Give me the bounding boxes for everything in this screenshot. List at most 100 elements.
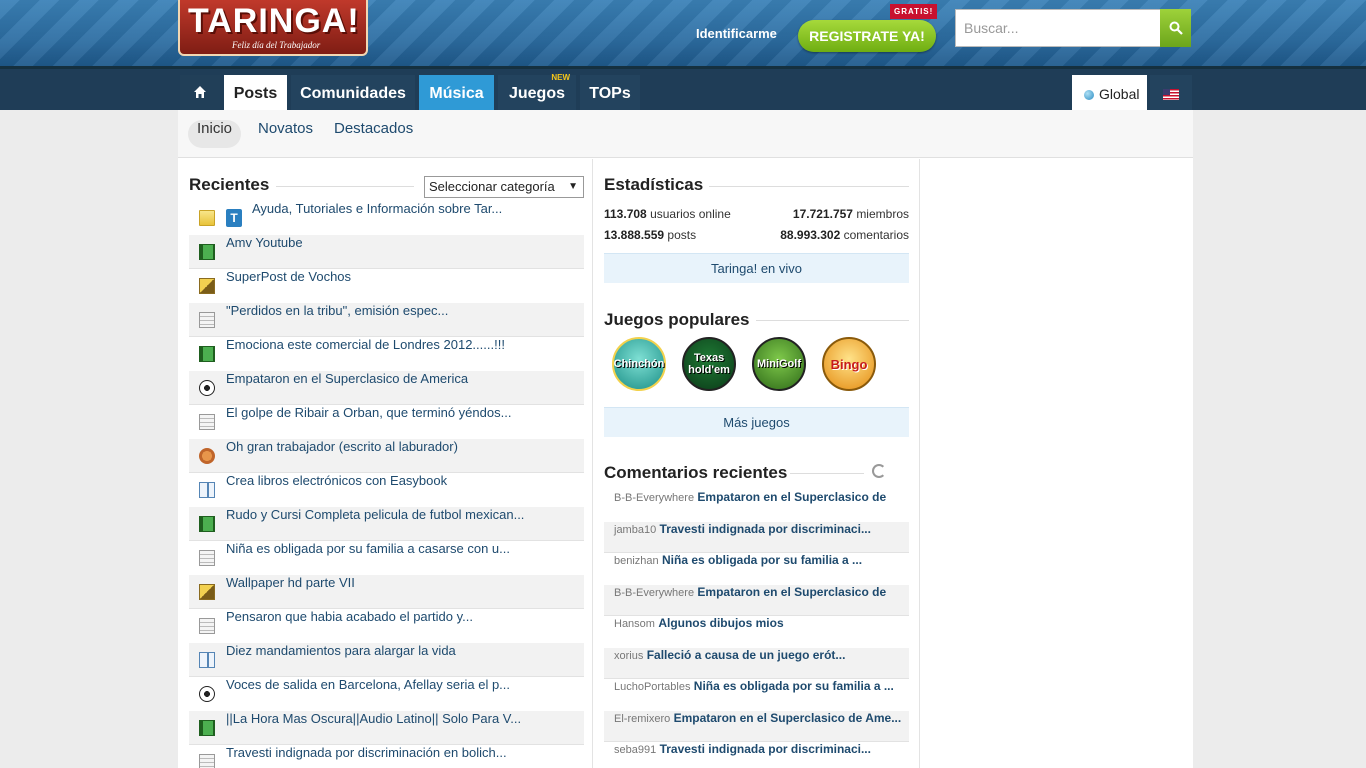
- post-title[interactable]: SuperPost de Vochos: [226, 269, 351, 284]
- globe-icon: [1084, 90, 1094, 100]
- film-icon: [199, 516, 215, 532]
- post-row[interactable]: Niña es obligada por su familia a casars…: [189, 541, 584, 575]
- nav-tab-tops[interactable]: TOPs: [580, 75, 640, 113]
- comment-user[interactable]: benizhan: [614, 555, 659, 567]
- document-icon: [199, 414, 215, 430]
- site-header: TARINGA! Feliz día del Trabajador Identi…: [0, 0, 1366, 66]
- comment-post-title[interactable]: Empataron en el Superclasico de: [697, 490, 886, 504]
- post-row[interactable]: Rudo y Cursi Completa pelicula de futbol…: [189, 507, 584, 541]
- more-games-link[interactable]: Más juegos: [604, 407, 909, 437]
- comment-post-title[interactable]: Niña es obligada por su familia a ...: [694, 679, 894, 693]
- comment-user[interactable]: LuchoPortables: [614, 681, 690, 693]
- subnav-destacados[interactable]: Destacados: [325, 120, 422, 148]
- post-row[interactable]: Crea libros electrónicos con Easybook: [189, 473, 584, 507]
- post-row[interactable]: Empataron en el Superclasico de America: [189, 371, 584, 405]
- post-row[interactable]: Wallpaper hd parte VII: [189, 575, 584, 609]
- post-row[interactable]: "Perdidos en la tribu", emisión espec...: [189, 303, 584, 337]
- category-select[interactable]: Seleccionar categoría ▼: [424, 176, 584, 198]
- comment-row[interactable]: El-remixero Empataron en el Superclasico…: [604, 710, 909, 742]
- t-category-icon: T: [226, 209, 242, 227]
- comment-row[interactable]: jamba10 Travesti indignada por discrimin…: [604, 521, 909, 553]
- game-minigolf[interactable]: MiniGolf: [752, 337, 806, 391]
- comment-user[interactable]: B-B-Everywhere: [614, 587, 694, 599]
- divider: [756, 320, 909, 321]
- post-row[interactable]: SuperPost de Vochos: [189, 269, 584, 303]
- nav-tab-juegos[interactable]: Juegos NEW: [498, 73, 576, 113]
- post-title[interactable]: Diez mandamientos para alargar la vida: [226, 643, 456, 658]
- nav-home[interactable]: [180, 75, 220, 113]
- game-texas-holdem[interactable]: Texas hold'em: [682, 337, 736, 391]
- post-title[interactable]: Oh gran trabajador (escrito al laburador…: [226, 439, 458, 454]
- comment-post-title[interactable]: Travesti indignada por discriminaci...: [660, 742, 871, 756]
- subnav-inicio[interactable]: Inicio: [188, 120, 242, 148]
- refresh-icon[interactable]: [872, 464, 886, 478]
- post-row[interactable]: El golpe de Ribair a Orban, que terminó …: [189, 405, 584, 439]
- taringa-live-link[interactable]: Taringa! en vivo: [604, 253, 909, 283]
- book-icon: [199, 482, 215, 498]
- nav-tab-posts[interactable]: Posts: [224, 75, 287, 113]
- global-selector[interactable]: Global: [1072, 75, 1147, 113]
- post-title[interactable]: Pensaron que habia acabado el partido y.…: [226, 609, 473, 624]
- game-chinchon[interactable]: Chinchón: [612, 337, 666, 391]
- nav-tab-comunidades[interactable]: Comunidades: [291, 75, 415, 113]
- language-flag-button[interactable]: [1150, 75, 1192, 113]
- post-row[interactable]: Amv Youtube: [189, 235, 584, 269]
- comment-row[interactable]: B-B-Everywhere Empataron en el Superclas…: [604, 490, 909, 522]
- book-icon: [199, 652, 215, 668]
- post-row[interactable]: T Ayuda, Tutoriales e Información sobre …: [189, 201, 584, 235]
- comment-row[interactable]: benizhan Niña es obligada por su familia…: [604, 553, 909, 585]
- post-title[interactable]: Amv Youtube: [226, 235, 303, 250]
- comment-user[interactable]: El-remixero: [614, 713, 670, 725]
- comment-post-title[interactable]: Algunos dibujos mios: [658, 616, 783, 630]
- subnav-novatos[interactable]: Novatos: [249, 120, 322, 148]
- comment-user[interactable]: seba991: [614, 744, 656, 756]
- post-row[interactable]: ||La Hora Mas Oscura||Audio Latino|| Sol…: [189, 711, 584, 745]
- comment-post-title[interactable]: Falleció a causa de un juego erót...: [647, 648, 846, 662]
- stat-members-value: 17.721.757: [792, 207, 853, 221]
- section-title-estadisticas: Estadísticas: [604, 175, 704, 194]
- search-button[interactable]: [1160, 9, 1191, 47]
- post-title[interactable]: ||La Hora Mas Oscura||Audio Latino|| Sol…: [226, 711, 521, 726]
- post-row[interactable]: Pensaron que habia acabado el partido y.…: [189, 609, 584, 643]
- post-title[interactable]: Wallpaper hd parte VII: [226, 575, 355, 590]
- post-title[interactable]: Emociona este comercial de Londres 2012.…: [226, 337, 505, 352]
- post-title[interactable]: Rudo y Cursi Completa pelicula de futbol…: [226, 507, 524, 522]
- post-row[interactable]: Travesti indignada por discriminación en…: [189, 745, 584, 768]
- game-bingo[interactable]: Bingo: [822, 337, 876, 391]
- comment-post-title[interactable]: Niña es obligada por su familia a ...: [662, 553, 862, 567]
- comment-row[interactable]: Hansom Algunos dibujos mios: [604, 616, 909, 648]
- comment-row[interactable]: seba991 Travesti indignada por discrimin…: [604, 742, 909, 768]
- post-row[interactable]: Emociona este comercial de Londres 2012.…: [189, 337, 584, 371]
- comment-post-title[interactable]: Empataron en el Superclasico de: [697, 585, 886, 599]
- taringa-logo[interactable]: TARINGA! Feliz día del Trabajador: [178, 0, 368, 56]
- global-label: Global: [1099, 86, 1140, 102]
- nav-tab-musica[interactable]: Música: [419, 75, 494, 113]
- post-title[interactable]: Ayuda, Tutoriales e Información sobre Ta…: [252, 201, 502, 216]
- post-title[interactable]: Crea libros electrónicos con Easybook: [226, 473, 447, 488]
- comment-post-title[interactable]: Empataron en el Superclasico de Ame...: [674, 711, 902, 725]
- comment-row[interactable]: LuchoPortables Niña es obligada por su f…: [604, 679, 909, 711]
- post-title[interactable]: Travesti indignada por discriminación en…: [226, 745, 507, 760]
- comment-user[interactable]: jamba10: [614, 524, 656, 536]
- comment-user[interactable]: B-B-Everywhere: [614, 492, 694, 504]
- comment-row[interactable]: xorius Falleció a causa de un juego erót…: [604, 647, 909, 679]
- stat-posts-label: posts: [667, 228, 697, 242]
- post-row[interactable]: Diez mandamientos para alargar la vida: [189, 643, 584, 677]
- post-title[interactable]: Niña es obligada por su familia a casars…: [226, 541, 510, 556]
- comment-post-title[interactable]: Travesti indignada por discriminaci...: [660, 522, 871, 536]
- search-input[interactable]: [955, 9, 1161, 47]
- post-title[interactable]: Empataron en el Superclasico de America: [226, 371, 468, 386]
- register-button[interactable]: REGISTRATE YA!: [798, 20, 936, 52]
- post-title[interactable]: "Perdidos en la tribu", emisión espec...: [226, 303, 448, 318]
- comment-user[interactable]: Hansom: [614, 618, 655, 630]
- post-title[interactable]: El golpe de Ribair a Orban, que terminó …: [226, 405, 511, 420]
- post-row[interactable]: Oh gran trabajador (escrito al laburador…: [189, 439, 584, 473]
- login-link[interactable]: Identificarme: [696, 26, 777, 41]
- post-row[interactable]: Voces de salida en Barcelona, Afellay se…: [189, 677, 584, 711]
- post-title[interactable]: Voces de salida en Barcelona, Afellay se…: [226, 677, 510, 692]
- comment-user[interactable]: xorius: [614, 650, 643, 662]
- image-icon: [199, 278, 215, 294]
- comment-row[interactable]: B-B-Everywhere Empataron en el Superclas…: [604, 584, 909, 616]
- new-badge: NEW: [551, 73, 570, 82]
- home-icon: [194, 86, 206, 98]
